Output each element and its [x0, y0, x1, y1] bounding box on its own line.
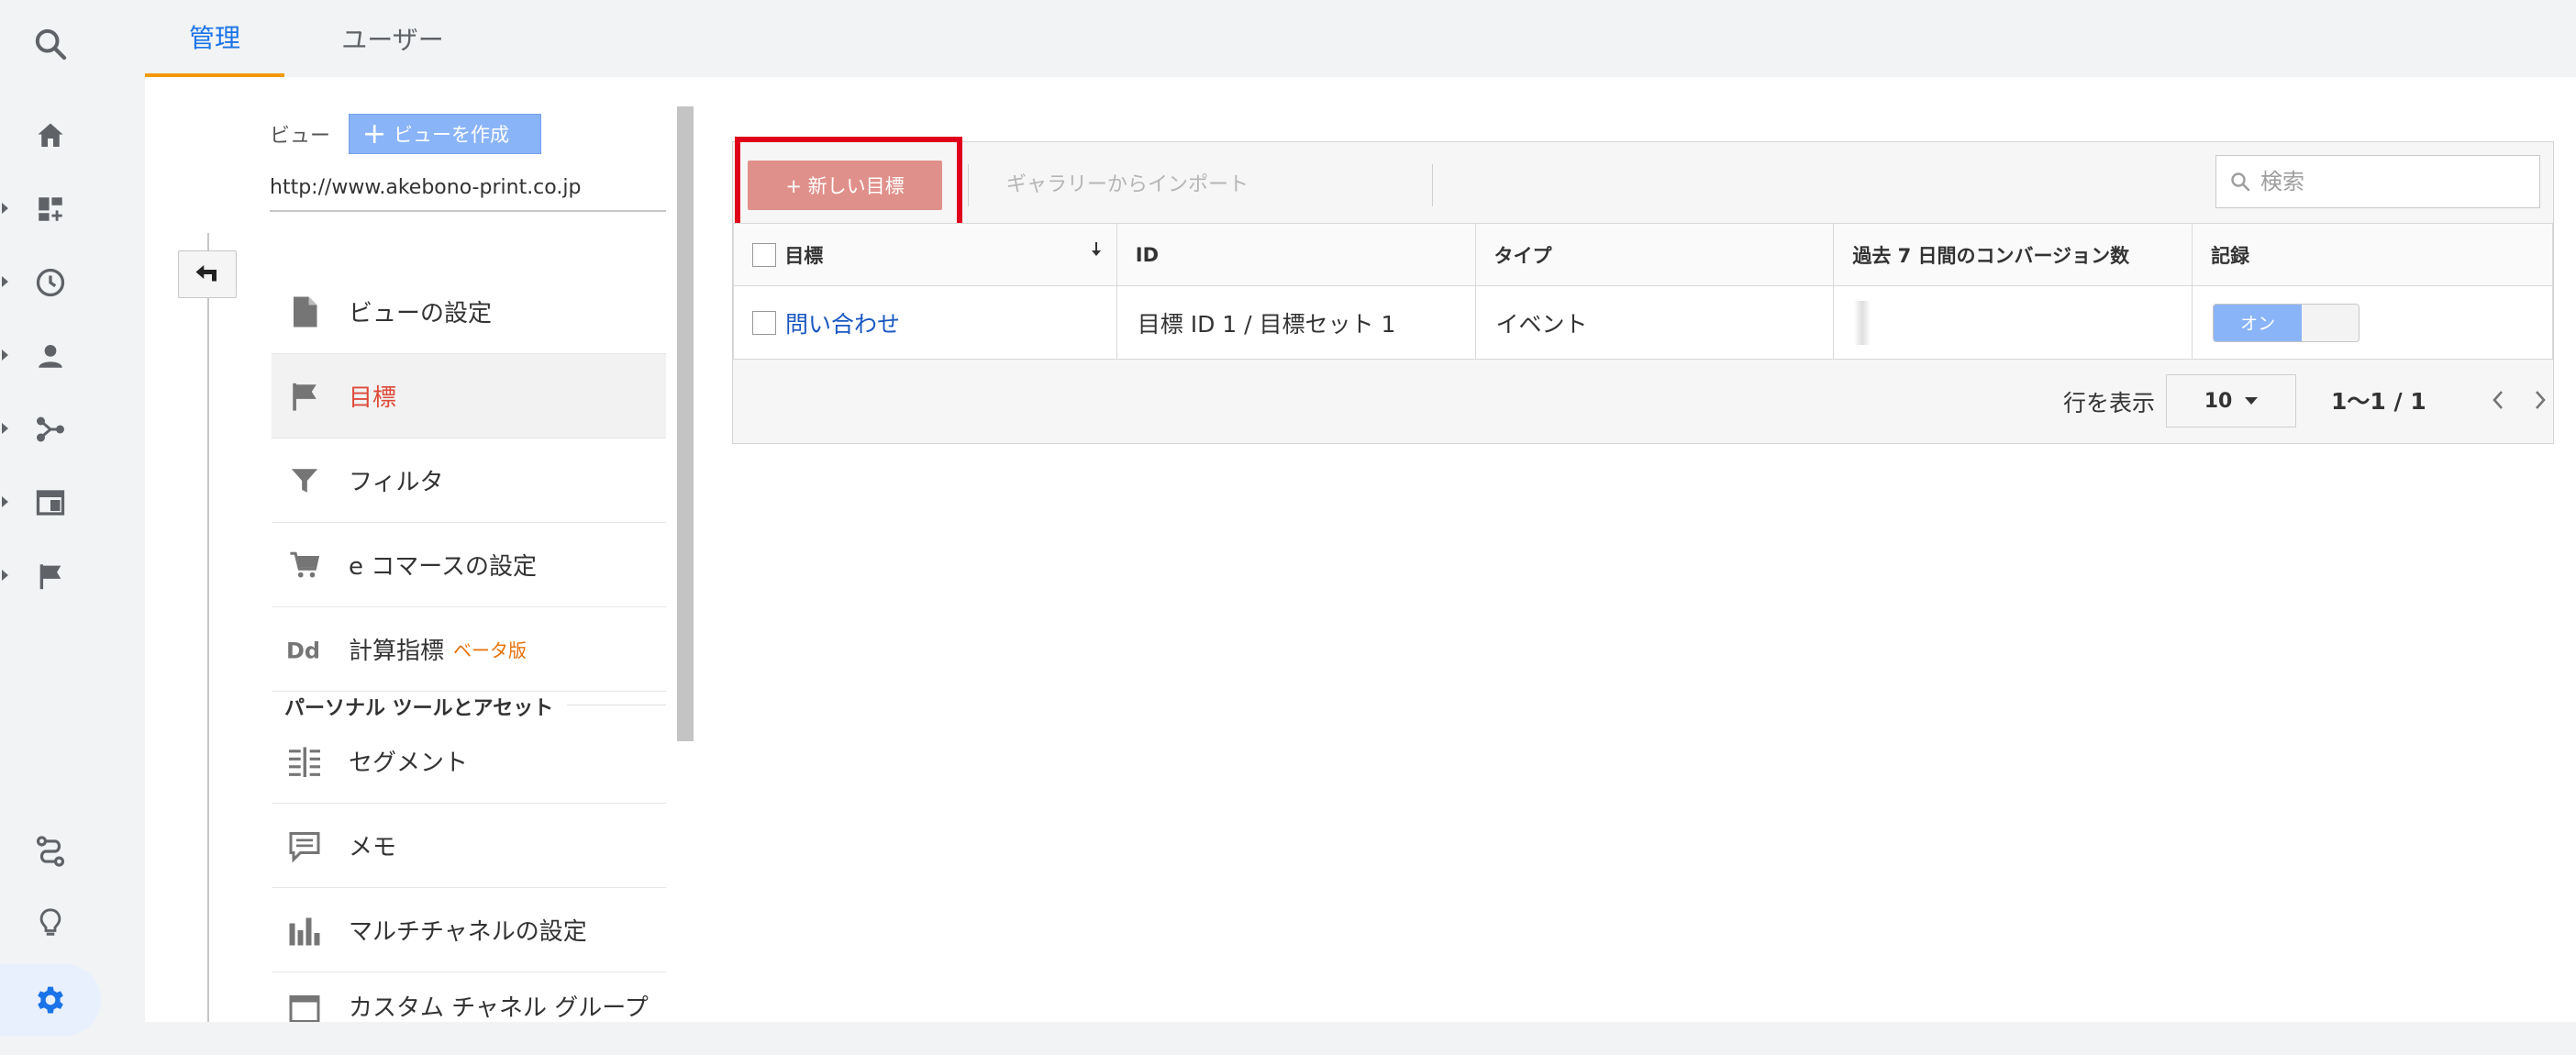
flag-icon[interactable]	[0, 543, 101, 609]
acquisition-icon[interactable]	[0, 396, 101, 462]
back-arrow-icon	[194, 262, 221, 286]
segment-icon	[284, 741, 325, 782]
bar-chart-icon	[284, 910, 325, 950]
header-goal[interactable]: 目標	[733, 223, 1117, 286]
admin-rail-button[interactable]	[0, 964, 101, 1036]
header-goal-label: 目標	[784, 244, 824, 267]
cell-id: 目標 ID 1 / 目標セット 1	[1116, 285, 1476, 360]
chevron-right-icon	[2534, 390, 2547, 410]
table-header-row: 目標 ID タイプ 過去 7 日間のコンバージョン数 記録	[733, 223, 2553, 286]
toolbar-divider	[1432, 164, 1433, 206]
dd-icon: Dd	[284, 629, 325, 670]
plus-icon	[364, 124, 384, 144]
recording-toggle[interactable]: オン	[2213, 303, 2360, 342]
view-label: ビュー	[270, 125, 331, 148]
rows-per-page-label: 行を表示	[2063, 390, 2156, 416]
tree-line	[207, 233, 209, 1022]
highlight-box	[735, 137, 962, 232]
nav-item-label: カスタム チャネル グループ	[349, 994, 649, 1022]
toggle-off-segment	[2302, 304, 2359, 341]
blurred-value	[1854, 300, 1871, 345]
nav-item-filters[interactable]: フィルタ	[272, 439, 666, 523]
page-range: 1〜1 / 1	[2331, 388, 2426, 415]
create-view-label: ビューを作成	[394, 124, 509, 146]
nav-item-custom-channel-group[interactable]: カスタム チャネル グループ	[272, 972, 666, 1022]
comment-icon	[284, 826, 325, 866]
admin-content: ビュー ビューを作成 http://www.akebono-print.co.j…	[145, 77, 2576, 1022]
table-row: 問い合わせ 目標 ID 1 / 目標セット 1 イベント オン	[733, 285, 2553, 360]
dashboard-icon[interactable]	[0, 176, 101, 242]
gear-icon	[32, 982, 69, 1018]
tab-users-label: ユーザー	[341, 25, 444, 55]
lightbulb-icon[interactable]	[0, 890, 101, 956]
cell-type: イベント	[1474, 285, 1835, 360]
nav-item-label: 目標	[349, 384, 397, 412]
search-icon[interactable]	[0, 11, 101, 77]
cell-goal: 問い合わせ	[733, 285, 1117, 360]
cell-recording: オン	[2192, 285, 2553, 360]
toolbar-divider	[968, 164, 969, 206]
search-icon	[2229, 171, 2251, 193]
rows-per-page-select[interactable]: 10	[2166, 374, 2296, 428]
behavior-icon[interactable]	[0, 470, 101, 536]
nav-scrollbar[interactable]	[677, 106, 694, 741]
toggle-on-label: オン	[2214, 304, 2303, 341]
tab-users[interactable]: ユーザー	[319, 0, 466, 77]
sort-arrow-icon[interactable]	[1091, 241, 1102, 258]
header-conversions[interactable]: 過去 7 日間のコンバージョン数	[1833, 223, 2193, 286]
beta-badge: ベータ版	[453, 639, 527, 661]
cell-conversions	[1833, 285, 2193, 360]
nav-item-label: メモ	[349, 834, 397, 861]
goals-toolbar: + 新しい目標 ギャラリーからインポート	[733, 137, 2553, 232]
nav-item-calculated-metrics[interactable]: Dd 計算指標 ベータ版	[272, 607, 666, 692]
search-box[interactable]	[2215, 155, 2540, 208]
nav-item-label: ビューの設定	[349, 300, 493, 328]
nav-item-label: マルチチャネルの設定	[349, 918, 587, 946]
goals-panel: + 新しい目標 ギャラリーからインポート 目標	[732, 137, 2554, 444]
chevron-left-icon	[2492, 390, 2504, 410]
cart-icon	[284, 545, 325, 585]
row-checkbox[interactable]	[752, 310, 776, 335]
tab-admin[interactable]: 管理	[145, 0, 284, 77]
header-type[interactable]: タイプ	[1474, 223, 1835, 286]
tab-admin-label: 管理	[188, 23, 240, 53]
nav-item-label: フィルタ	[349, 469, 444, 496]
prev-page-button[interactable]	[2480, 382, 2516, 418]
goals-table: 目標 ID タイプ 過去 7 日間のコンバージョン数 記録 問い合わせ 目標 I…	[733, 223, 2553, 360]
nav-item-ecommerce[interactable]: e コマースの設定	[272, 523, 666, 607]
document-icon	[284, 292, 325, 332]
view-url: http://www.akebono-print.co.jp	[270, 176, 666, 212]
rows-per-page-value: 10	[2204, 389, 2233, 413]
channel-group-icon	[284, 989, 325, 1022]
filter-icon	[284, 461, 325, 501]
header-id[interactable]: ID	[1116, 223, 1476, 286]
nav-item-label: e コマースの設定	[349, 553, 537, 581]
route-icon[interactable]	[0, 818, 101, 884]
next-page-button[interactable]	[2522, 382, 2559, 418]
goal-link[interactable]: 問い合わせ	[785, 311, 900, 338]
flag-icon	[284, 376, 325, 416]
create-view-button[interactable]: ビューを作成	[349, 114, 541, 154]
search-input[interactable]	[2260, 169, 2517, 194]
top-tabs: 管理 ユーザー	[145, 0, 2576, 77]
pagination-bar: 行を表示 10 1〜1 / 1	[733, 360, 2553, 444]
nav-item-label: セグメント	[349, 750, 469, 777]
back-button[interactable]	[178, 250, 237, 298]
nav-item-label: 計算指標	[349, 638, 445, 665]
svg-text:Dd: Dd	[286, 638, 320, 663]
nav-item-goals[interactable]: 目標	[272, 354, 666, 439]
personal-tools-heading: パーソナル ツールとアセット	[284, 697, 554, 720]
select-all-checkbox[interactable]	[752, 242, 776, 267]
nav-item-segments[interactable]: セグメント	[272, 719, 666, 804]
chevron-down-icon	[2245, 397, 2259, 405]
clock-icon[interactable]	[0, 250, 101, 316]
person-icon[interactable]	[0, 323, 101, 389]
nav-item-memo[interactable]: メモ	[272, 804, 666, 888]
home-icon[interactable]	[0, 103, 101, 169]
nav-item-multichannel[interactable]: マルチチャネルの設定	[272, 888, 666, 972]
header-recording[interactable]: 記録	[2192, 223, 2553, 286]
import-from-gallery-button[interactable]: ギャラリーからインポート	[1006, 168, 1249, 197]
nav-item-view-settings[interactable]: ビューの設定	[272, 270, 666, 354]
left-rail	[0, 0, 145, 1055]
